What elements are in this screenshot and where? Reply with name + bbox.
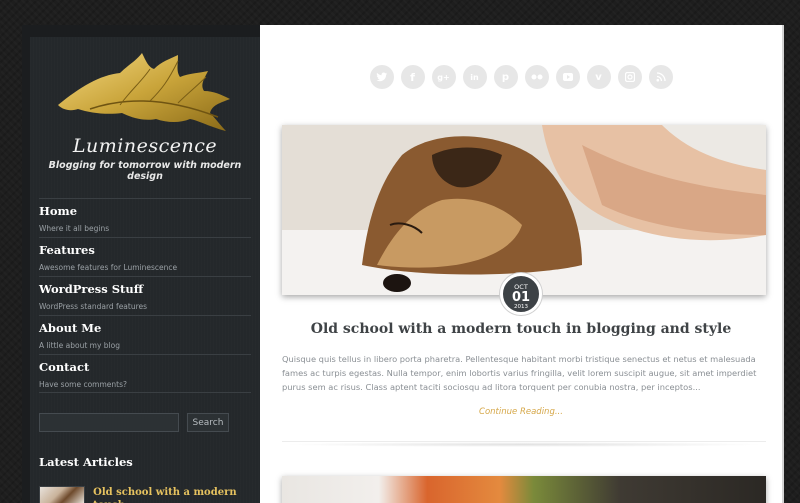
googleplus-icon[interactable]: g+ [431, 65, 456, 89]
page-frame: Luminescence Blogging for tomorrow with … [22, 25, 784, 503]
nav-label[interactable]: About Me [39, 321, 251, 335]
latest-article-link[interactable]: Old school with a modern touch [93, 486, 251, 503]
latest-article-item[interactable]: Old school with a modern touch [30, 486, 260, 503]
pinterest-icon[interactable]: p [493, 65, 518, 89]
vimeo-icon[interactable]: v [586, 65, 611, 89]
site-title[interactable]: Luminescence [30, 135, 260, 157]
nav-item-wordpress-stuff[interactable]: WordPress Stuff WordPress standard featu… [39, 276, 251, 315]
post-title[interactable]: Old school with a modern touch in bloggi… [260, 321, 782, 337]
nav-label[interactable]: Features [39, 243, 251, 257]
flickr-icon[interactable] [524, 65, 549, 89]
post-separator [282, 441, 766, 447]
nav-description: A little about my blog [39, 341, 120, 350]
dog-in-bed-image [282, 125, 766, 295]
search-button[interactable]: Search [187, 413, 229, 432]
date-year: 2013 [514, 304, 528, 310]
acanthus-leaf-logo-icon [58, 53, 230, 131]
rss-icon[interactable] [648, 65, 673, 89]
facebook-icon[interactable]: f [400, 65, 425, 89]
search-input[interactable] [39, 413, 179, 432]
post-excerpt: Quisque quis tellus in libero porta phar… [282, 354, 757, 392]
nav-description: Awesome features for Luminescence [39, 263, 178, 272]
post-date-badge: OCT 01 2013 [500, 273, 542, 315]
nav-item-contact[interactable]: Contact Have some comments? [39, 354, 251, 393]
date-day: 01 [511, 290, 531, 305]
logo[interactable] [30, 37, 260, 131]
post-featured-image[interactable] [282, 125, 766, 295]
nav-item-home[interactable]: Home Where it all begins [39, 198, 251, 237]
youtube-icon[interactable] [555, 65, 580, 89]
nav-item-features[interactable]: Features Awesome features for Luminescen… [39, 237, 251, 276]
social-icons: f g+ in p v [260, 65, 782, 89]
nav-description: Have some comments? [39, 380, 127, 389]
linkedin-icon[interactable]: in [462, 65, 487, 89]
nav-item-about-me[interactable]: About Me A little about my blog [39, 315, 251, 354]
nav-label[interactable]: Home [39, 204, 251, 218]
nav-label[interactable]: WordPress Stuff [39, 282, 251, 296]
second-post-featured-image[interactable] [282, 476, 766, 503]
main-nav: Home Where it all begins Features Awesom… [30, 198, 260, 393]
nav-description: WordPress standard features [39, 302, 148, 311]
main-content: f g+ in p v OCT 01 2013 Old school with … [260, 25, 784, 503]
instagram-icon[interactable] [617, 65, 642, 89]
search-form: Search [30, 413, 260, 432]
latest-articles-heading: Latest Articles [39, 455, 133, 469]
latest-article-thumbnail[interactable] [39, 486, 86, 503]
continue-reading-link[interactable]: Continue Reading... [260, 407, 782, 417]
nav-label[interactable]: Contact [39, 360, 251, 374]
twitter-icon[interactable] [369, 65, 394, 89]
sidebar: Luminescence Blogging for tomorrow with … [22, 25, 260, 503]
site-tagline: Blogging for tomorrow with modern design [48, 160, 242, 182]
nav-description: Where it all begins [39, 224, 110, 233]
